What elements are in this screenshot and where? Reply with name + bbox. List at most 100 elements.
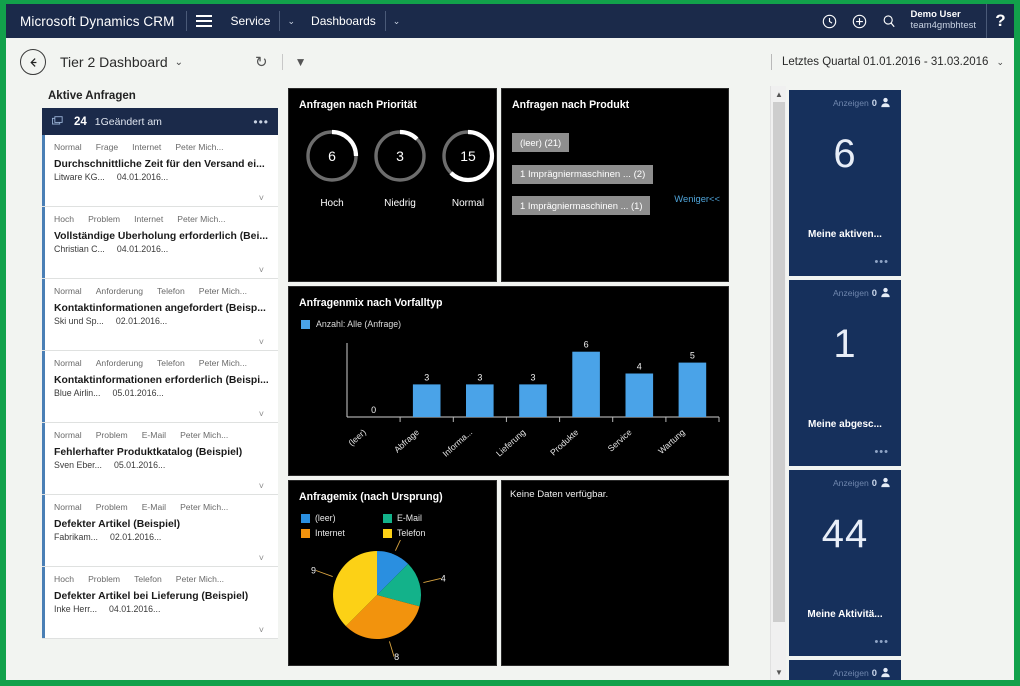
dashboard-scrollbar[interactable]: ▲ ▼	[770, 86, 786, 680]
chevron-down-icon-card[interactable]: ˅	[259, 553, 264, 563]
scroll-down-icon[interactable]: ▼	[771, 664, 787, 680]
stream-card[interactable]: Normal Frage Internet Peter Mich... Durchsch…	[42, 135, 278, 207]
person-icon	[880, 97, 891, 108]
card-date: 02.01.2016...	[115, 315, 168, 326]
person-icon	[880, 287, 891, 298]
nav-item-dashboards[interactable]: Dashboards	[302, 14, 385, 28]
dashboard-row-3: Anfragemix (nach Ursprung) (leer) E-Mail I…	[288, 480, 729, 666]
chart-no-data-panel[interactable]: Keine Daten verfügbar.	[501, 480, 729, 666]
card-priority: Hoch	[54, 574, 75, 584]
card-subline: Ski und Sp... 02.01.2016...	[54, 316, 268, 326]
pie-legend-label: Internet	[315, 528, 345, 538]
scrollbar-thumb[interactable]	[773, 102, 785, 622]
search-icon[interactable]	[875, 4, 905, 38]
pie-legend-item: (leer)	[301, 513, 375, 523]
card-type: Problem	[88, 214, 121, 224]
kpi-tile[interactable]: Anzeigen 0 6 Meine aktiven... •••	[789, 90, 901, 276]
stream-card[interactable]: Normal Anforderung Telefon Peter Mich... Kon…	[42, 351, 278, 423]
pie-legend-label: (leer)	[315, 513, 336, 523]
pie-legend-swatch	[301, 513, 310, 523]
command-divider	[281, 54, 283, 70]
product-tag[interactable]: (leer) (21)	[512, 133, 570, 152]
kpi-tile[interactable]: Anzeigen 0 1 Meine abgesc... •••	[789, 280, 901, 466]
chevron-down-icon-card[interactable]: ˅	[259, 193, 264, 203]
stream-more-icon[interactable]: •••	[253, 115, 269, 129]
donut-niedrig[interactable]: 3 Niedrig	[371, 127, 429, 209]
tile-more-icon[interactable]: •••	[874, 256, 889, 268]
card-subject[interactable]: Defekter Artikel (Beispiel)	[54, 519, 268, 530]
stream-card[interactable]: Normal Anforderung Telefon Peter Mich... Kon…	[42, 279, 278, 351]
stream-header[interactable]: 24 1Geändert am •••	[42, 108, 278, 135]
chevron-down-icon-card[interactable]: ˅	[259, 481, 264, 491]
card-subject[interactable]: Fehlerhafter Produktkatalog (Beispiel)	[54, 447, 268, 458]
help-button[interactable]: ?	[986, 4, 1014, 38]
chart-case-mix-by-origin[interactable]: Anfragemix (nach Ursprung) (leer) E-Mail I…	[288, 480, 497, 666]
tile-header[interactable]: Anzeigen 0	[789, 280, 901, 298]
chart-case-mix-by-incident-type[interactable]: Anfragenmix nach Vorfalltyp Anzahl: Alle…	[288, 286, 729, 476]
svg-text:Abfrage: Abfrage	[392, 427, 421, 455]
chevron-down-icon-dashboard-select[interactable]: ⌄	[175, 57, 183, 68]
card-date: 04.01.2016...	[116, 243, 169, 254]
chevron-down-icon-card[interactable]: ˅	[259, 625, 264, 635]
card-subject[interactable]: Kontaktinformationen angefordert (Beisp.…	[54, 303, 268, 314]
pie-legend-swatch	[383, 528, 392, 538]
card-priority: Normal	[54, 286, 82, 296]
card-meta: Hoch Problem Internet Peter Mich...	[54, 213, 268, 227]
donut-hoch[interactable]: 6 Hoch	[303, 127, 361, 209]
scroll-up-icon[interactable]: ▲	[771, 86, 787, 102]
kpi-tile[interactable]: Anzeigen016Meine Telefon...•••	[789, 660, 901, 680]
plus-icon[interactable]	[845, 4, 875, 38]
refresh-icon[interactable]: ↻	[255, 53, 268, 71]
tile-more-icon[interactable]: •••	[874, 636, 889, 648]
donut-label: Niedrig	[384, 198, 416, 209]
chart-cases-by-product[interactable]: Anfragen nach Produkt (leer) (21) 1 Imprä…	[501, 88, 729, 282]
card-date: 02.01.2016...	[110, 531, 162, 542]
dashboard-row-2: Anfragenmix nach Vorfalltyp Anzahl: Alle…	[288, 286, 729, 476]
clock-icon[interactable]	[815, 4, 845, 38]
stream-card[interactable]: Normal Problem E-Mail Peter Mich... Fehlerha…	[42, 423, 278, 495]
tile-header[interactable]: Anzeigen 0	[789, 660, 901, 678]
svg-text:4: 4	[637, 362, 642, 372]
chevron-down-icon-dashboards[interactable]: ⌄	[386, 16, 408, 27]
chart-cases-by-priority[interactable]: Anfragen nach Priorität 6 Hoch 3 Niedrig 15 N…	[288, 88, 497, 282]
chevron-down-icon-card[interactable]: ˅	[259, 265, 264, 275]
card-owner: Peter Mich...	[198, 286, 247, 296]
nav-item-service[interactable]: Service	[221, 14, 279, 28]
chevron-down-icon-card[interactable]: ˅	[259, 409, 264, 419]
kpi-tile[interactable]: Anzeigen 0 44 Meine Aktivitä... •••	[789, 470, 901, 656]
card-subject[interactable]: Durchschnittliche Zeit für den Versand e…	[54, 159, 268, 170]
stream-card[interactable]: Hoch Problem Internet Peter Mich... Vollstän…	[42, 207, 278, 279]
card-subject[interactable]: Defekter Artikel bei Lieferung (Beispiel…	[54, 591, 268, 602]
donut-value: 15	[460, 148, 476, 164]
hamburger-icon[interactable]	[187, 4, 221, 38]
pie-legend-swatch	[301, 528, 310, 538]
tile-show-label: Anzeigen	[832, 97, 869, 108]
dashboard-row-1: Anfragen nach Priorität 6 Hoch 3 Niedrig 15 N…	[288, 88, 729, 282]
svg-text:Wartung: Wartung	[656, 427, 687, 456]
less-link[interactable]: Weniger<<	[674, 193, 720, 204]
chevron-down-icon-card[interactable]: ˅	[259, 337, 264, 347]
tile-header[interactable]: Anzeigen 0	[789, 470, 901, 488]
stream-card[interactable]: Hoch Problem Telefon Peter Mich... Defekter …	[42, 567, 278, 639]
stream-count: 24	[74, 115, 87, 128]
tile-header[interactable]: Anzeigen 0	[789, 90, 901, 108]
back-button[interactable]	[20, 49, 46, 75]
card-owner: Peter Mich...	[177, 214, 226, 224]
stream-title: Aktive Anfragen	[48, 90, 136, 102]
card-subject[interactable]: Vollständige Überholung erforderlich (Be…	[54, 231, 268, 242]
chevron-down-icon-service[interactable]: ⌄	[280, 16, 302, 27]
tile-more-icon[interactable]: •••	[874, 446, 889, 458]
donut-group: 6 Hoch 3 Niedrig 15 Normal	[289, 111, 496, 209]
chevron-down-icon-date[interactable]: ⌄	[996, 57, 1004, 68]
donut-normal[interactable]: 15 Normal	[439, 127, 497, 209]
filter-icon[interactable]: ▼	[295, 55, 307, 69]
date-range-selector[interactable]: Letztes Quartal 01.01.2016 - 31.03.2016 …	[770, 54, 1004, 70]
stream-card[interactable]: Normal Problem E-Mail Peter Mich... Defekter…	[42, 495, 278, 567]
product-tag[interactable]: 1 Imprägniermaschinen ... (1)	[512, 196, 651, 215]
user-menu[interactable]: Demo User team4gmbhtest	[905, 9, 986, 32]
svg-text:Produkte: Produkte	[548, 427, 580, 458]
card-subject[interactable]: Kontaktinformationen erforderlich (Beisp…	[54, 375, 268, 386]
card-customer: Fabrikam...	[54, 531, 98, 542]
date-range-label: Letztes Quartal 01.01.2016 - 31.03.2016	[781, 56, 989, 68]
product-tag[interactable]: 1 Imprägniermaschinen ... (2)	[512, 165, 654, 184]
